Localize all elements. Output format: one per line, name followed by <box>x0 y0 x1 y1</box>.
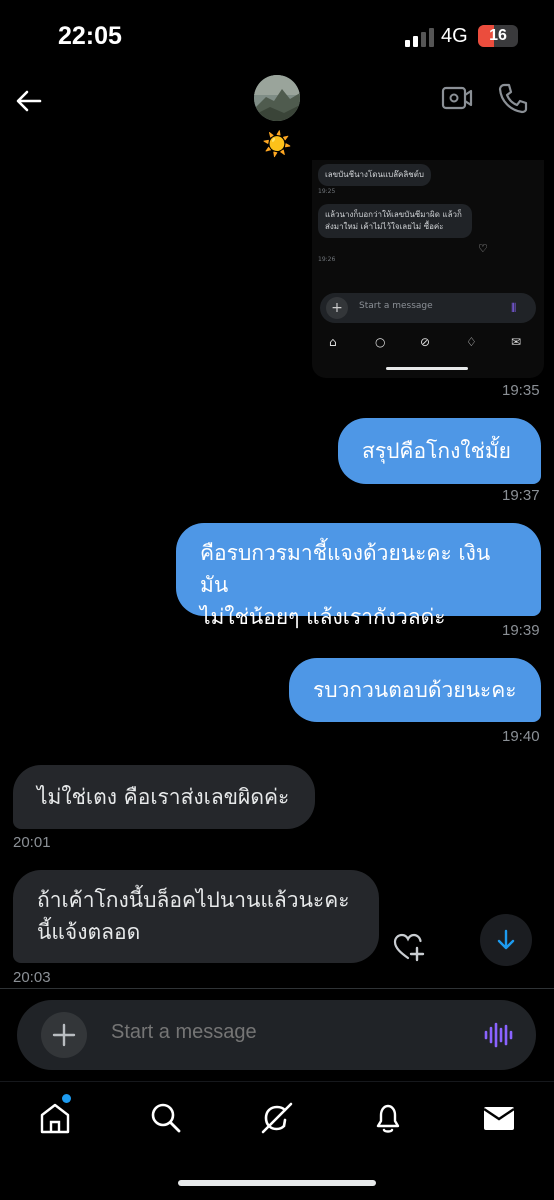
avatar[interactable] <box>254 75 300 121</box>
incoming-message[interactable]: ถ้าเค้าโกงนี้บล็อคไปนานแล้วนะคะ นี้แจ้งต… <box>13 870 379 963</box>
back-arrow-icon <box>16 90 42 112</box>
message-time: 20:03 <box>13 969 51 986</box>
embedded-message-time: 19:26 <box>318 256 336 263</box>
message-input[interactable] <box>111 1021 451 1044</box>
add-attachment-button[interactable] <box>41 1012 87 1058</box>
embedded-home-indicator <box>386 367 468 370</box>
status-time: 22:05 <box>58 22 122 50</box>
nav-notifications[interactable] <box>370 1100 406 1136</box>
message-time: 19:37 <box>502 487 540 504</box>
message-text-line: ถ้าเค้าโกงนี้บล็อคไปนานแล้วนะคะ <box>37 888 350 912</box>
network-type: 4G <box>441 25 468 47</box>
incoming-message[interactable]: ไม่ใช่เตง คือเราส่งเลขผิดค่ะ <box>13 765 315 829</box>
message-time: 19:39 <box>502 622 540 639</box>
nav-home[interactable] <box>37 1100 73 1136</box>
video-call-button[interactable] <box>441 84 473 112</box>
phone-call-button[interactable] <box>498 82 528 114</box>
heart-plus-icon <box>393 933 425 962</box>
message-text-line: คือรบกวรมาชี้แจงด้วยนะคะ เงินมัน <box>200 541 491 597</box>
plus-icon <box>52 1023 76 1047</box>
outgoing-message[interactable]: รบวกวนตอบด้วยนะคะ <box>289 658 541 722</box>
plus-icon: + <box>326 297 348 319</box>
message-text-line: ไม่ใช่น้อยๆ แล้งเรากังวลด่ะ <box>200 605 446 629</box>
video-call-icon <box>441 86 473 110</box>
bell-icon: ♢ <box>466 335 477 349</box>
search-icon <box>151 1103 181 1133</box>
signal-icon <box>405 27 435 47</box>
nav-messages[interactable] <box>481 1100 517 1136</box>
mail-icon <box>483 1107 515 1130</box>
scroll-to-bottom-button[interactable] <box>480 914 532 966</box>
message-text: สรุปคือโกงใช่มั้ย <box>362 439 511 463</box>
voice-wave-icon <box>484 1022 513 1048</box>
battery-level: 16 <box>489 27 507 44</box>
embedded-screenshot-image[interactable]: เลขบันชีนางโดนแบล๊คลิชต์บ 19:25 แล้วนางก… <box>312 160 544 378</box>
outgoing-message[interactable]: สรุปคือโกงใช่มั้ย <box>338 418 541 484</box>
nav-grok[interactable] <box>259 1100 295 1136</box>
notification-dot <box>62 1094 71 1103</box>
grok-icon: ⊘ <box>420 335 431 349</box>
mail-icon: ✉ <box>511 335 522 349</box>
phone-icon <box>498 83 528 114</box>
back-button[interactable] <box>14 86 44 116</box>
home-indicator <box>178 1180 376 1186</box>
outgoing-message[interactable]: คือรบกวรมาชี้แจงด้วยนะคะ เงินมัน ไม่ใช่น… <box>176 523 541 629</box>
arrow-down-icon <box>497 929 515 950</box>
message-time: 19:35 <box>502 382 540 399</box>
conversation-header: ☀️ <box>0 70 554 170</box>
message-text: รบวกวนตอบด้วยนะคะ <box>313 678 517 702</box>
embedded-placeholder: Start a message <box>359 301 433 311</box>
divider <box>0 988 554 989</box>
embedded-message: แล้วนางก็บอกว่าให้เลขบันชีมาผิด แล้วก็ส่… <box>318 204 472 238</box>
nav-search[interactable] <box>148 1100 184 1136</box>
message-time: 20:01 <box>13 834 51 851</box>
message-text: ไม่ใช่เตง คือเราส่งเลขผิดค่ะ <box>37 785 290 809</box>
embedded-message-time: 19:25 <box>318 188 336 195</box>
bell-icon <box>376 1104 400 1133</box>
status-emoji: ☀️ <box>262 130 292 158</box>
status-bar: 22:05 4G 16 <box>0 0 554 70</box>
home-icon <box>40 1103 70 1134</box>
message-composer <box>17 1000 536 1070</box>
embedded-composer: + Start a message ⦀ <box>320 293 536 323</box>
voice-wave-icon: ⦀ <box>511 301 517 315</box>
battery-icon: 16 <box>478 25 518 47</box>
grok-icon <box>261 1102 293 1134</box>
heart-plus-icon: ♡ <box>478 242 488 255</box>
embedded-message: เลขบันชีนางโดนแบล๊คลิชต์บ <box>318 164 432 186</box>
home-icon: ⌂ <box>329 335 337 349</box>
search-icon: ○ <box>375 335 386 349</box>
message-time: 19:40 <box>502 728 540 745</box>
voice-message-button[interactable] <box>483 1020 513 1050</box>
message-text-line: นี้แจ้งตลอด <box>37 920 141 944</box>
react-button[interactable] <box>393 932 425 962</box>
